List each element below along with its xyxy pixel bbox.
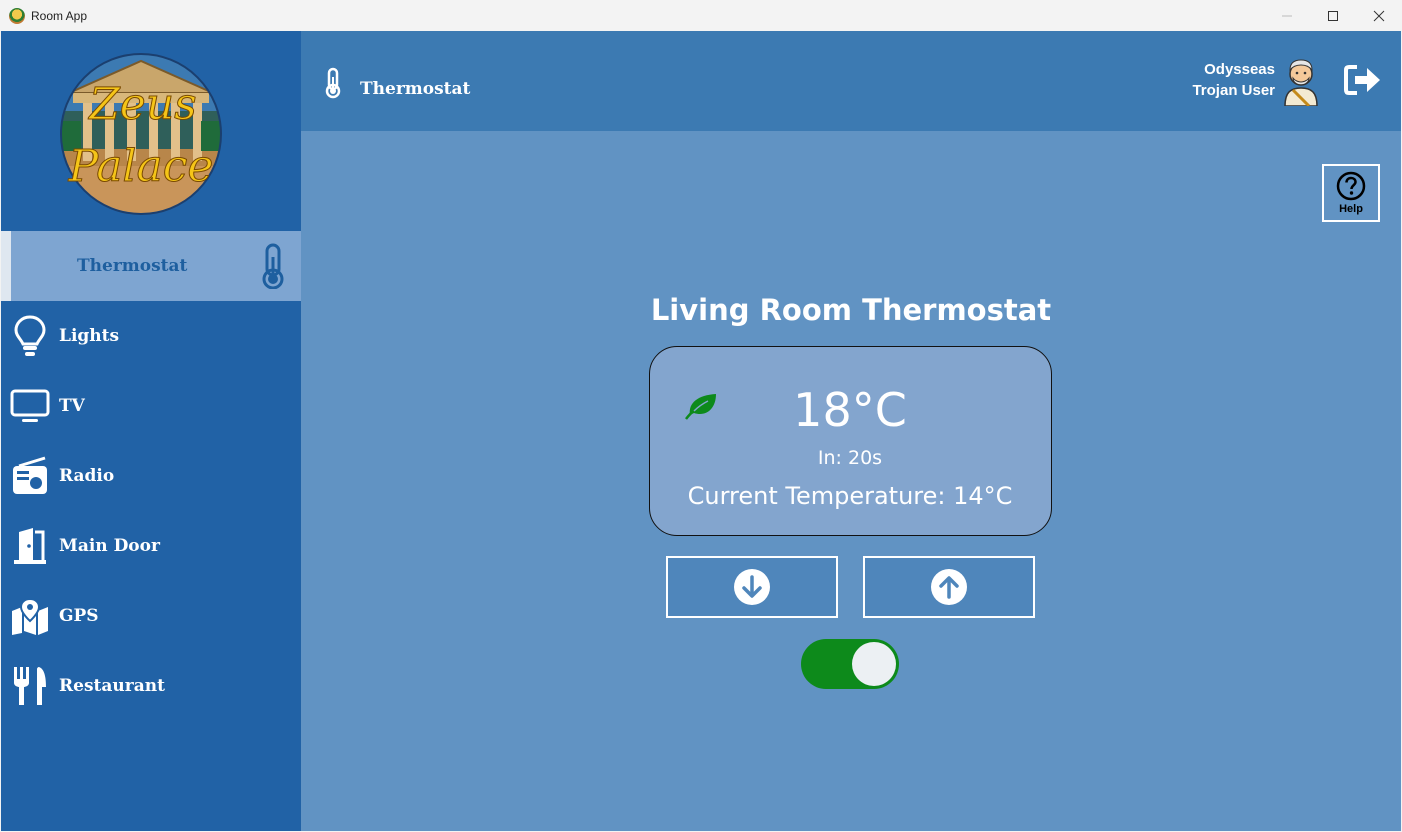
- arrow-down-circle-icon: [734, 569, 770, 605]
- sidebar-item-label: TV: [59, 396, 85, 416]
- avatar: [1281, 56, 1321, 108]
- sidebar-item-gps[interactable]: GPS: [1, 581, 301, 651]
- thermostat-power-toggle[interactable]: [801, 639, 899, 689]
- page-header: Thermostat Odysseas Trojan User: [301, 31, 1401, 131]
- room-title: Living Room Thermostat: [650, 293, 1052, 327]
- logo-area: Zeus Palace: [1, 31, 301, 231]
- window-controls: [1264, 0, 1402, 31]
- sidebar-item-label: Lights: [59, 326, 120, 346]
- logo-text-line1: Zeus: [87, 79, 197, 130]
- map-icon: [10, 596, 50, 636]
- close-button[interactable]: [1356, 0, 1402, 31]
- increase-temperature-button[interactable]: [863, 556, 1035, 618]
- sidebar: Zeus Palace Thermostat Lights TV Radio M…: [1, 31, 301, 831]
- thermometer-icon: [323, 67, 343, 103]
- minimize-button[interactable]: [1264, 0, 1310, 31]
- help-button[interactable]: Help: [1322, 164, 1380, 222]
- sidebar-item-lights[interactable]: Lights: [1, 301, 301, 371]
- thermostat-display: 18°C In: 20s Current Temperature: 14°C: [649, 346, 1052, 536]
- sidebar-item-label: Main Door: [59, 536, 160, 556]
- sidebar-item-thermostat[interactable]: Thermostat: [1, 231, 301, 301]
- page-title: Thermostat: [360, 79, 471, 99]
- utensils-icon: [10, 666, 50, 706]
- maximize-icon: [1328, 10, 1338, 21]
- sidebar-nav: Thermostat Lights TV Radio Main Door GPS…: [1, 231, 301, 721]
- title-bar: Room App: [0, 0, 1402, 31]
- logo-text-line2: Palace: [68, 141, 214, 192]
- thermometer-icon: [253, 243, 293, 289]
- lightbulb-icon: [10, 315, 50, 356]
- countdown-text: In: 20s: [817, 447, 883, 469]
- logout-button[interactable]: [1343, 63, 1383, 97]
- close-icon: [1373, 10, 1385, 21]
- sidebar-item-main-door[interactable]: Main Door: [1, 511, 301, 581]
- toggle-knob: [852, 642, 896, 686]
- zeus-palace-logo: Zeus Palace: [60, 53, 222, 215]
- current-temperature: Current Temperature: 14°C: [687, 482, 1013, 510]
- app-window: Room App Zeus Palace Thermostat Lights T…: [0, 0, 1402, 832]
- user-role: Trojan User: [1192, 82, 1275, 99]
- window-title: Room App: [31, 8, 88, 23]
- user-name: Odysseas: [1204, 61, 1275, 78]
- logout-icon: [1344, 65, 1380, 95]
- user-info: Odysseas Trojan User: [1192, 59, 1275, 101]
- door-icon: [10, 526, 50, 566]
- sidebar-item-radio[interactable]: Radio: [1, 441, 301, 511]
- decrease-temperature-button[interactable]: [666, 556, 838, 618]
- app-logo-icon: [9, 7, 25, 24]
- sidebar-item-label: GPS: [59, 606, 99, 626]
- target-temperature: 18°C: [793, 383, 907, 437]
- sidebar-item-label: Thermostat: [77, 256, 188, 276]
- question-icon: [1336, 171, 1366, 201]
- sidebar-item-restaurant[interactable]: Restaurant: [1, 651, 301, 721]
- sidebar-item-label: Radio: [59, 466, 115, 486]
- sidebar-item-label: Restaurant: [59, 676, 165, 696]
- maximize-button[interactable]: [1310, 0, 1356, 31]
- minimize-icon: [1282, 15, 1292, 16]
- tv-icon: [10, 386, 50, 426]
- help-label: Help: [1339, 203, 1363, 215]
- radio-icon: [10, 456, 50, 496]
- arrow-up-circle-icon: [931, 569, 967, 605]
- main-content: Help Living Room Thermostat 18°C In: 20s…: [301, 131, 1401, 831]
- sidebar-item-tv[interactable]: TV: [1, 371, 301, 441]
